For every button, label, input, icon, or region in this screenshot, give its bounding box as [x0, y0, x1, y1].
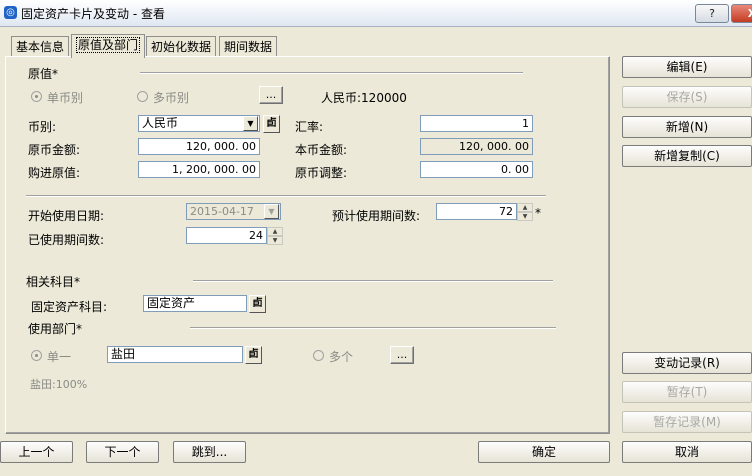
spin-down-icon[interactable]: ▼ [517, 212, 533, 221]
separator [26, 195, 546, 197]
save-button[interactable]: 保存(S) [622, 86, 752, 108]
orig-amount-label: 原币金额: [28, 143, 81, 157]
cancel-button[interactable]: 取消 [622, 441, 752, 463]
edit-button[interactable]: 编辑(E) [622, 56, 752, 78]
jump-button[interactable]: 跳到... [173, 441, 246, 463]
asset-account-lookup-icon[interactable]: 卣 [249, 295, 266, 313]
rate-input[interactable]: 1 [420, 115, 533, 132]
used-periods-spinner[interactable]: ▲ ▼ [267, 227, 283, 246]
department-lookup-icon[interactable]: 卣 [245, 346, 262, 364]
multi-currency-radio[interactable] [137, 91, 148, 102]
purchase-value-input[interactable]: 1, 200, 000. 00 [138, 161, 260, 178]
change-record-button[interactable]: 变动记录(R) [622, 352, 752, 374]
tab-basic-info[interactable]: 基本信息 [11, 36, 70, 57]
used-periods-label: 已使用期间数: [28, 233, 105, 247]
multi-dept-browse-button[interactable]: ... [390, 346, 414, 364]
single-dept-label: 单一 [47, 350, 72, 364]
start-date-label: 开始使用日期: [28, 209, 105, 223]
required-mark: * [535, 206, 541, 220]
new-copy-button[interactable]: 新增复制(C) [622, 145, 752, 167]
original-value-section-title: 原值* [28, 67, 59, 81]
currency-lookup-icon[interactable]: 卣 [263, 115, 280, 133]
new-button[interactable]: 新增(N) [622, 116, 752, 138]
dept-allocation-text: 盐田:100% [30, 378, 88, 391]
expected-periods-label: 预计使用期间数: [332, 209, 421, 223]
purchase-value-label: 购进原值: [28, 166, 81, 180]
multi-dept-radio[interactable] [313, 350, 324, 361]
single-currency-label: 单币别 [47, 91, 84, 105]
spin-up-icon[interactable]: ▲ [517, 203, 533, 212]
asset-account-label: 固定资产科目: [31, 300, 108, 314]
close-button[interactable]: X [731, 4, 752, 23]
chevron-down-icon[interactable]: ▼ [243, 116, 258, 131]
orig-amount-input[interactable]: 120, 000. 00 [138, 138, 260, 155]
help-button[interactable]: ? [695, 4, 729, 23]
orig-adjust-label: 原币调整: [295, 166, 348, 180]
single-currency-radio[interactable] [31, 91, 42, 102]
spin-up-icon[interactable]: ▲ [267, 227, 283, 236]
orig-adjust-input[interactable]: 0. 00 [420, 161, 533, 178]
separator [193, 280, 553, 282]
currency-info-text: 人民币:120000 [321, 91, 407, 105]
app-icon: ◎ [4, 6, 17, 19]
temp-save-button[interactable]: 暂存(T) [622, 381, 752, 403]
used-periods-input[interactable]: 24 [186, 227, 267, 244]
multi-dept-label: 多个 [329, 350, 354, 364]
department-input[interactable]: 盐田 [107, 346, 243, 363]
tab-initial-data[interactable]: 初始化数据 [146, 36, 217, 57]
currency-select[interactable]: 人民币 [138, 115, 260, 132]
ok-button[interactable]: 确定 [478, 441, 610, 463]
department-section-title: 使用部门* [28, 322, 83, 336]
date-picker-chevron-icon[interactable]: ▼ [264, 204, 279, 219]
accounts-section-title: 相关科目* [26, 275, 81, 289]
title-bar: ◎ 固定资产卡片及变动 - 查看 ? X [0, 0, 752, 27]
next-button[interactable]: 下一个 [86, 441, 159, 463]
tab-period-data[interactable]: 期间数据 [219, 36, 278, 57]
rate-label: 汇率: [295, 120, 324, 134]
temp-record-button[interactable]: 暂存记录(M) [622, 411, 752, 433]
prev-button[interactable]: 上一个 [0, 441, 73, 463]
local-amount-input: 120, 000. 00 [420, 138, 533, 155]
spin-down-icon[interactable]: ▼ [267, 236, 283, 245]
local-amount-label: 本币金额: [295, 143, 348, 157]
separator [140, 72, 523, 74]
separator [190, 327, 556, 329]
multi-currency-label: 多币别 [153, 91, 190, 105]
tab-original-value-dept[interactable]: 原值及部门 [71, 34, 146, 58]
currency-label: 币别: [28, 120, 57, 134]
multi-currency-browse-button[interactable]: ... [259, 86, 283, 104]
single-dept-radio[interactable] [31, 350, 42, 361]
window-title: 固定资产卡片及变动 - 查看 [21, 7, 165, 21]
asset-account-input[interactable]: 固定资产 [143, 295, 247, 312]
expected-periods-spinner[interactable]: ▲ ▼ [517, 203, 533, 222]
expected-periods-input[interactable]: 72 [436, 203, 517, 220]
